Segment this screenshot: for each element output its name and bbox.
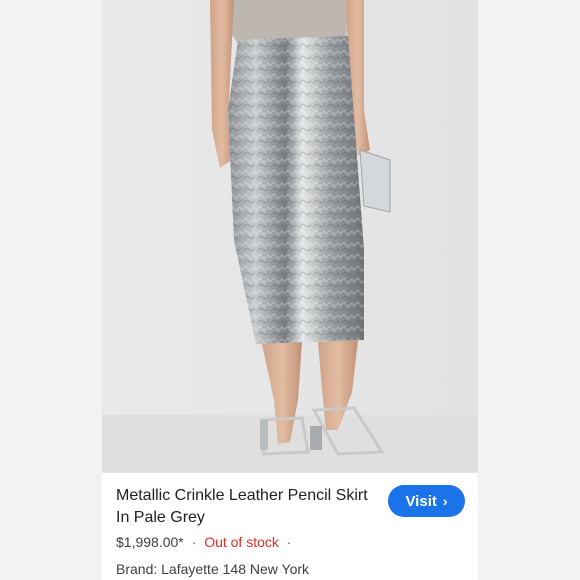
product-card: Metallic Crinkle Leather Pencil Skirt In… xyxy=(102,472,478,580)
separator-dot: · xyxy=(191,534,197,550)
right-margin xyxy=(478,0,580,580)
product-photo-illustration xyxy=(102,0,478,472)
price-stock-line: $1,998.00* · Out of stock · xyxy=(116,534,295,550)
price: $1,998.00* xyxy=(116,534,184,550)
brand-line: Brand: Lafayette 148 New York xyxy=(116,561,310,577)
product-title[interactable]: Metallic Crinkle Leather Pencil Skirt In… xyxy=(116,485,376,529)
left-margin xyxy=(0,0,102,580)
visit-button[interactable]: Visit › xyxy=(388,485,465,517)
product-image[interactable] xyxy=(102,0,478,472)
chevron-right-icon: › xyxy=(442,493,448,509)
trailing-separator-dot: · xyxy=(286,534,292,550)
visit-button-label: Visit xyxy=(405,492,437,510)
stock-status: Out of stock xyxy=(204,534,279,550)
